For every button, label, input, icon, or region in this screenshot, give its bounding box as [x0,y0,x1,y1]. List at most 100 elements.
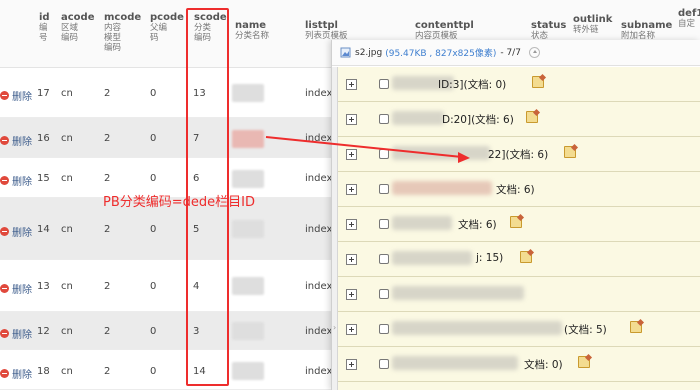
row-checkbox[interactable] [379,289,389,299]
cell-pcode: 0 [150,133,157,144]
row-checkbox[interactable] [379,149,389,159]
redacted-text [392,321,562,335]
tree-row: ID:3](文档: 0) [338,67,700,102]
edit-icon[interactable] [630,321,642,333]
redacted-text [392,286,524,300]
tree-row: 文档: 6) [338,207,700,242]
redacted-text [392,146,490,160]
row-checkbox[interactable] [379,114,389,124]
header-subname[interactable]: subname 附加名称 [621,20,672,41]
header-status[interactable]: status 状态 [531,20,566,41]
redacted-name [232,130,264,148]
upload-icon[interactable] [528,47,540,58]
header-listtpl[interactable]: listtpl 列表页模板 [305,20,348,41]
edit-icon[interactable] [564,146,576,158]
edit-icon[interactable] [532,76,544,88]
edit-icon[interactable] [526,111,538,123]
edit-icon[interactable] [510,216,522,228]
header-contenttpl[interactable]: contenttpl 内容页模板 [415,20,474,41]
cell-acode: cn [61,173,73,184]
cell-mcode: 2 [104,366,111,377]
row-checkbox[interactable] [379,359,389,369]
row-checkbox[interactable] [379,254,389,264]
redacted-name [232,277,264,295]
delete-button[interactable]: 删除 [0,88,32,103]
expand-icon[interactable] [346,114,357,125]
cell-pcode: 0 [150,326,157,337]
expand-icon[interactable] [346,149,357,160]
header-id[interactable]: id 编 号 [39,12,50,43]
header-pcode[interactable]: pcode 父编 码 [150,12,184,43]
expand-icon[interactable] [346,289,357,300]
tree-row: 文档: 0) [338,347,700,382]
cell-mcode: 2 [104,88,111,99]
cell-id: 14 [37,224,50,235]
cell-listtpl: index [305,281,333,292]
header-acode[interactable]: acode 区域 编码 [61,12,95,43]
expand-icon[interactable] [346,324,357,335]
delete-button[interactable]: 删除 [0,281,32,296]
cell-id: 17 [37,88,50,99]
cell-listtpl: index [305,366,333,377]
viewer-image: ID:3](文档: 0) D:20](文档: 6) 22](文档: 6) 文档:… [338,67,700,390]
cell-mcode: 2 [104,281,111,292]
cell-id: 15 [37,173,50,184]
header-name[interactable]: name 分类名称 [235,20,269,41]
cell-acode: cn [61,366,73,377]
page-indicator: - 7/7 [500,47,521,58]
file-name: s2.jpg [355,47,383,58]
delete-icon [0,369,9,378]
redacted-text [392,356,518,370]
cell-pcode: 0 [150,281,157,292]
cell-acode: cn [61,88,73,99]
cell-id: 12 [37,326,50,337]
cell-mcode: 2 [104,224,111,235]
viewer-titlebar: s2.jpg (95.47KB , 827x825像素) - 7/7 [332,40,700,66]
image-viewer: s2.jpg (95.47KB , 827x825像素) - 7/7 › ID:… [331,40,700,390]
header-outlink[interactable]: outlink 转外链 [573,14,612,35]
cell-listtpl: index [305,88,333,99]
cell-listtpl: index [305,224,333,235]
delete-icon [0,329,9,338]
row-checkbox[interactable] [379,324,389,334]
redacted-name [232,170,264,188]
redacted-name [232,84,264,102]
cell-acode: cn [61,224,73,235]
cell-acode: cn [61,133,73,144]
row-checkbox[interactable] [379,184,389,194]
delete-button[interactable]: 删除 [0,326,32,341]
delete-button[interactable]: 删除 [0,133,32,148]
redacted-name [232,362,264,380]
expand-icon[interactable] [346,219,357,230]
row-checkbox[interactable] [379,219,389,229]
image-file-icon [340,47,351,58]
cell-mcode: 2 [104,326,111,337]
header-mcode[interactable]: mcode 内容 模型 编码 [104,12,141,53]
header-def1[interactable]: def1 自定 [678,8,700,29]
expand-icon[interactable] [346,359,357,370]
delete-icon [0,227,9,236]
delete-button[interactable]: 删除 [0,173,32,188]
delete-button[interactable]: 删除 [0,366,32,381]
redacted-name [232,322,264,340]
cell-id: 18 [37,366,50,377]
expand-icon[interactable] [346,254,357,265]
cell-mcode: 2 [104,173,111,184]
delete-button[interactable]: 删除 [0,224,32,239]
tree-row [338,277,700,312]
cell-listtpl: index [305,173,333,184]
tree-row: (文档: 5) [338,312,700,347]
cell-listtpl: index [305,326,333,337]
delete-icon [0,91,9,100]
redacted-text [392,181,492,195]
row-checkbox[interactable] [379,79,389,89]
redacted-text [392,111,444,125]
cell-pcode: 0 [150,224,157,235]
file-info: (95.47KB , 827x825像素) [385,49,497,59]
tree-row: 22](文档: 6) [338,137,700,172]
expand-icon[interactable] [346,79,357,90]
tree-row: j: 15) [338,242,700,277]
expand-icon[interactable] [346,184,357,195]
edit-icon[interactable] [520,251,532,263]
edit-icon[interactable] [578,356,590,368]
